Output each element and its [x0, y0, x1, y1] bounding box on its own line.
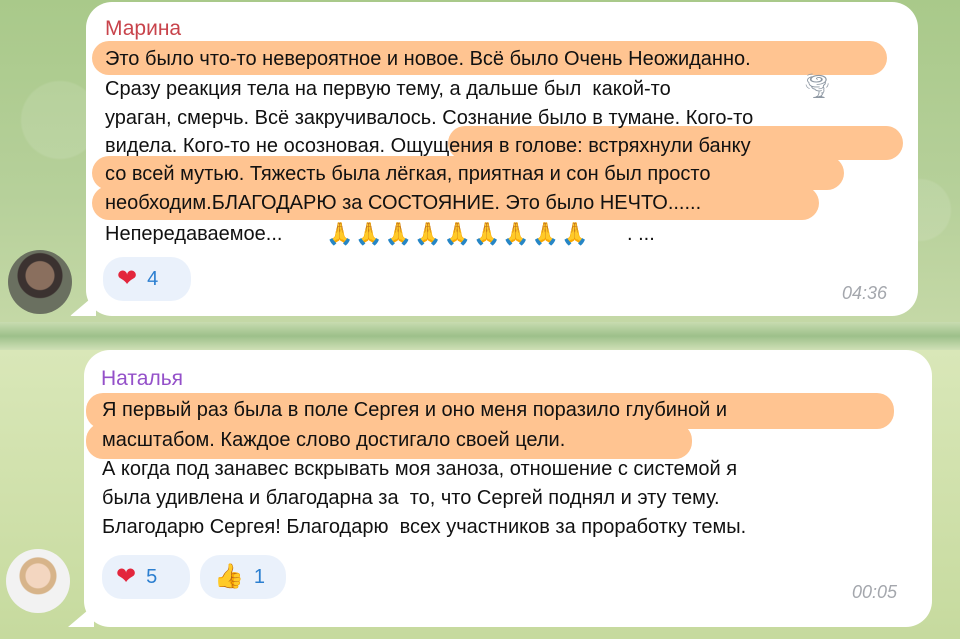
message-line: видела. Кого-то не осозновая. Ощущения в… [105, 135, 751, 157]
message-line: со всей мутью. Тяжесть была лёгкая, прия… [105, 163, 711, 185]
reaction-count: 1 [253, 565, 266, 588]
message-line: необходим.БЛАГОДАРЮ за СОСТОЯНИЕ. Это бы… [105, 192, 702, 214]
message-timestamp: 04:36 [842, 283, 888, 303]
reaction-heart[interactable]: ❤ 5 [102, 555, 190, 599]
sender-name[interactable]: Наталья [101, 367, 183, 391]
message-line: масштабом. Каждое слово достигало своей … [102, 429, 566, 451]
message-line: была удивлена и благодарна за то, что Се… [102, 487, 720, 509]
reaction-heart[interactable]: ❤ 4 [103, 257, 191, 301]
message-line: ураган, смерчь. Всё закручивалось. Созна… [105, 107, 754, 129]
message-line: А когда под занавес вскрывать моя заноза… [102, 458, 738, 480]
folded-hands-icon: 🙏🙏🙏🙏🙏🙏🙏🙏🙏 [326, 221, 591, 246]
message-timestamp: 00:05 [852, 582, 898, 602]
avatar-natalia[interactable] [6, 549, 70, 613]
chat-background-divider [0, 322, 960, 350]
message-line: Я первый раз была в поле Сергея и оно ме… [102, 399, 728, 421]
message-line: Благодарю Сергея! Благодарю всех участни… [102, 516, 747, 538]
heart-icon: ❤ [117, 265, 138, 292]
sender-name[interactable]: Марина [105, 17, 181, 41]
reaction-count: 5 [146, 565, 158, 588]
reaction-count: 4 [147, 267, 159, 290]
message-line: Непередаваемое... [105, 223, 283, 245]
avatar-marina[interactable] [8, 250, 72, 314]
message-line: Это было что-то невероятное и новое. Всё… [105, 48, 751, 70]
message-line: . ... [627, 223, 655, 245]
thumbs-up-icon: 👍 [214, 563, 244, 590]
heart-icon: ❤ [116, 563, 137, 590]
reaction-thumbs-up[interactable]: 👍 1 [200, 555, 286, 599]
tornado-icon: 🌪 [802, 73, 833, 100]
message-line: Сразу реакция тела на первую тему, а дал… [105, 78, 671, 100]
